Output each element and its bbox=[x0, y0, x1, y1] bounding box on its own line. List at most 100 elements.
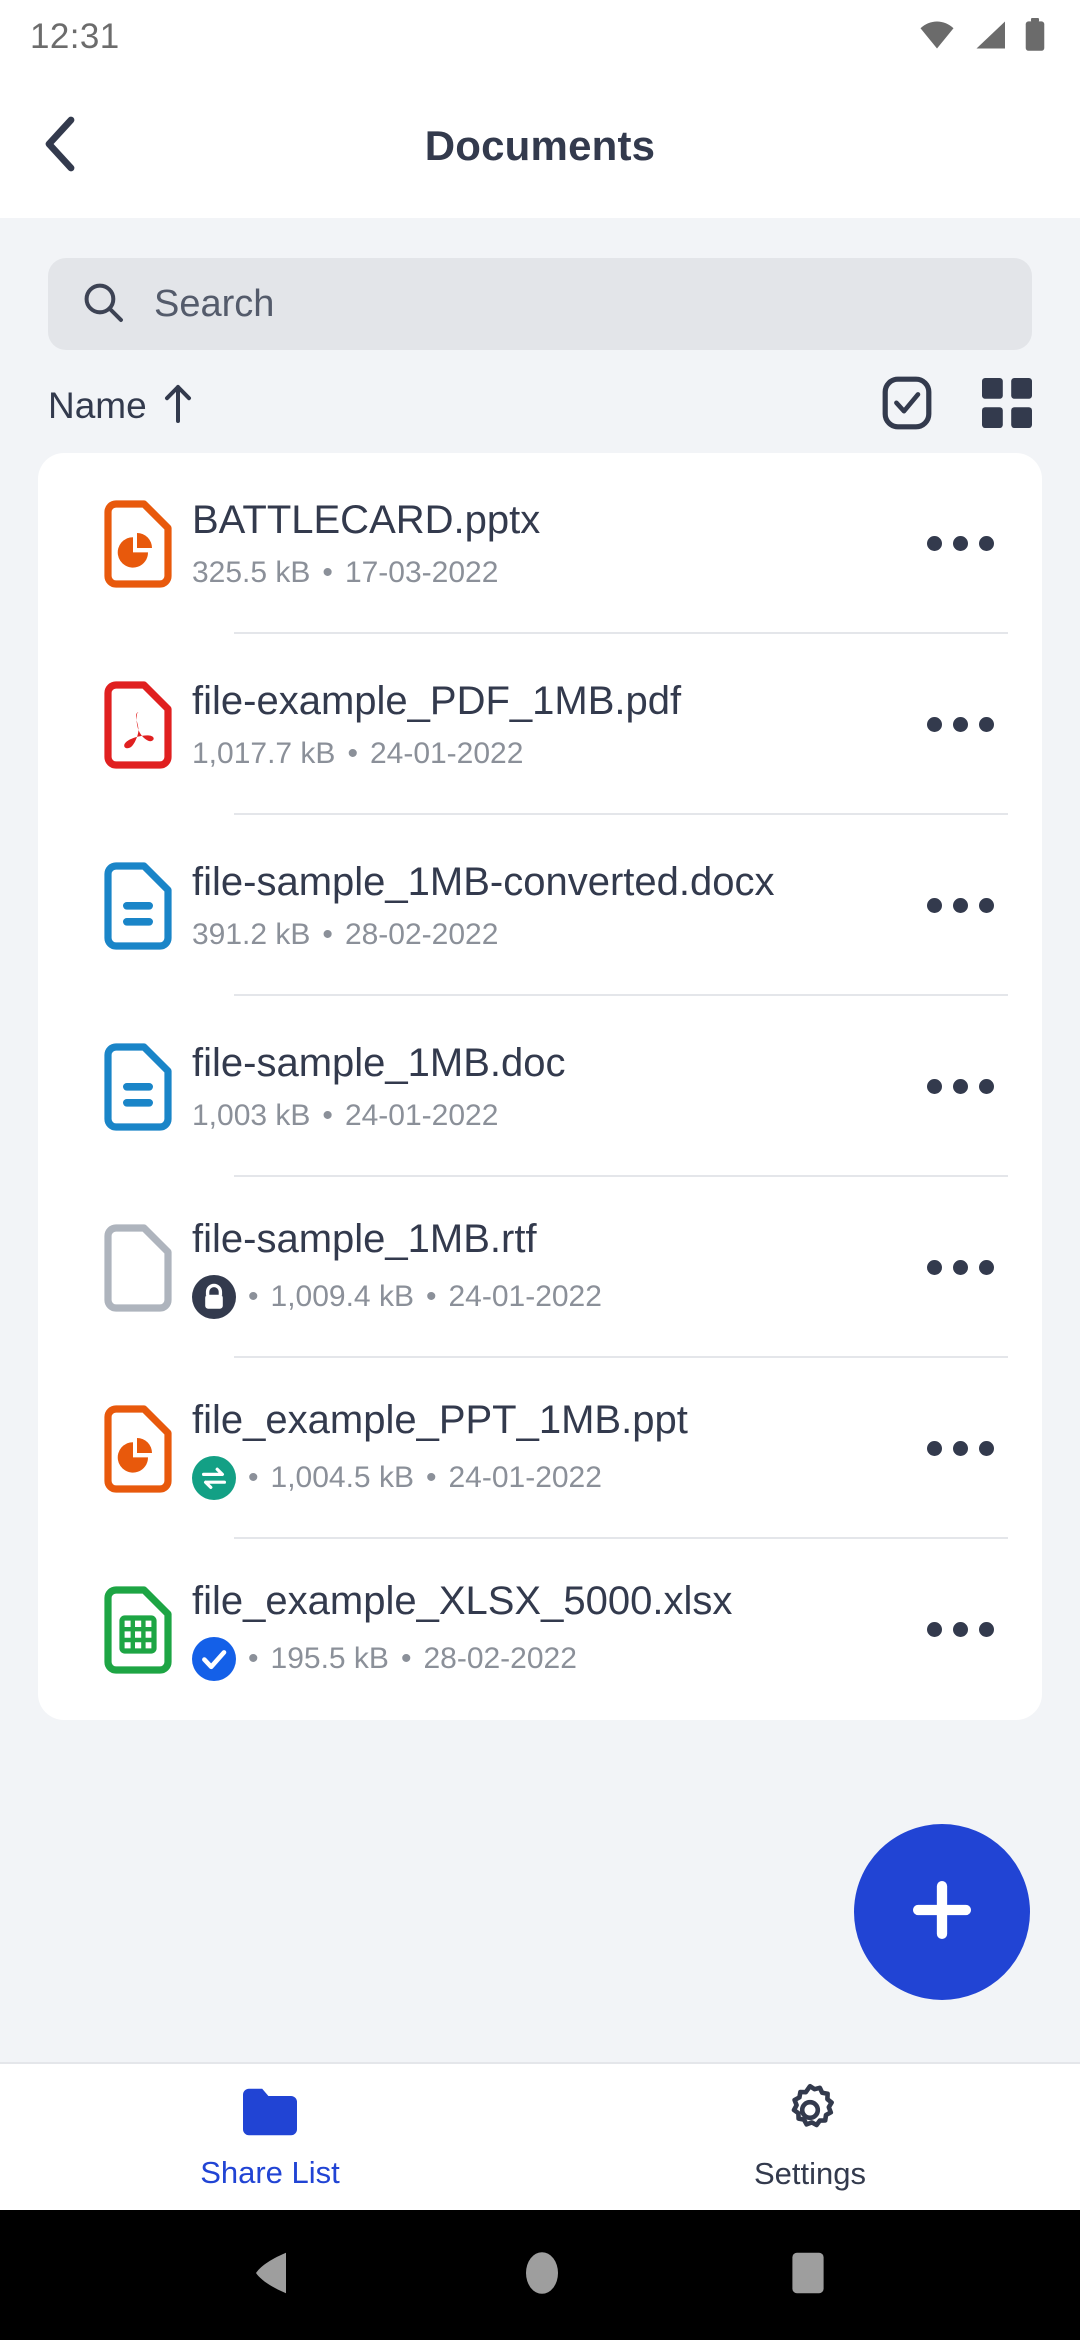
battery-icon bbox=[1024, 17, 1046, 57]
meta-separator: • bbox=[322, 918, 333, 952]
table-row[interactable]: file-sample_1MB-converted.docx 391.2 kB … bbox=[38, 815, 1042, 996]
pdf-file-icon bbox=[84, 680, 192, 769]
view-controls bbox=[882, 376, 1032, 435]
app-bar: Documents bbox=[0, 74, 1080, 218]
file-name: file-sample_1MB.rtf bbox=[192, 1216, 537, 1261]
android-navigation-bar bbox=[0, 2210, 1080, 2340]
file-date: 24-01-2022 bbox=[448, 1280, 602, 1314]
excel-file-icon bbox=[84, 1585, 192, 1674]
page-title: Documents bbox=[424, 122, 656, 169]
meta-separator: • bbox=[400, 1642, 412, 1676]
table-row[interactable]: file-sample_1MB.rtf • 1,009.4 kB • 24-01… bbox=[38, 1177, 1042, 1358]
file-size: 1,009.4 kB bbox=[270, 1280, 414, 1314]
sync-badge-icon bbox=[192, 1456, 236, 1501]
status-bar: 12:31 bbox=[0, 0, 1080, 74]
file-info: file-example_PDF_1MB.pdf 1,017.7 kB • 24… bbox=[192, 678, 912, 771]
file-size: 195.5 kB bbox=[270, 1642, 389, 1676]
nav-label-settings: Settings bbox=[753, 2155, 866, 2191]
more-options-icon[interactable] bbox=[912, 1039, 1008, 1135]
file-date: 24-01-2022 bbox=[344, 1099, 499, 1133]
file-date: 17-03-2022 bbox=[344, 556, 499, 590]
file-meta: 1,017.7 kB • 24-01-2022 bbox=[192, 737, 894, 771]
meta-separator: • bbox=[425, 1280, 437, 1314]
file-info: file-sample_1MB.doc 1,003 kB • 24-01-202… bbox=[192, 1040, 912, 1133]
file-name: file_example_XLSX_5000.xlsx bbox=[192, 1578, 733, 1623]
wifi-icon bbox=[918, 20, 956, 55]
file-info: file_example_XLSX_5000.xlsx • 195.5 kB •… bbox=[192, 1578, 912, 1682]
meta-separator: • bbox=[248, 1642, 259, 1676]
file-size: 391.2 kB bbox=[192, 918, 311, 952]
lock-badge-icon bbox=[192, 1275, 236, 1320]
nav-label-share-list: Share List bbox=[200, 2154, 340, 2190]
meta-separator: • bbox=[425, 1461, 437, 1495]
file-info: file-sample_1MB.rtf • 1,009.4 kB • 24-01… bbox=[192, 1216, 912, 1320]
android-home-icon[interactable] bbox=[521, 2249, 563, 2302]
table-row[interactable]: BATTLECARD.pptx 325.5 kB • 17-03-2022 bbox=[38, 453, 1042, 634]
file-name: file_example_PPT_1MB.ppt bbox=[192, 1397, 688, 1442]
more-options-icon[interactable] bbox=[912, 1401, 1008, 1497]
file-size: 1,004.5 kB bbox=[270, 1461, 414, 1495]
status-bar-clock: 12:31 bbox=[30, 17, 120, 56]
search-section: Search bbox=[0, 218, 1080, 350]
file-meta: 1,003 kB • 24-01-2022 bbox=[192, 1099, 894, 1133]
word-file-icon bbox=[84, 1042, 192, 1131]
arrow-up-icon bbox=[163, 383, 193, 428]
content-area: Search Name BATTLECARD.pptx 325.5 kB • 1… bbox=[0, 218, 1080, 2062]
search-placeholder: Search bbox=[154, 282, 275, 325]
meta-separator: • bbox=[322, 1099, 333, 1133]
plus-icon bbox=[907, 1875, 977, 1950]
powerpoint-file-icon bbox=[84, 1404, 192, 1493]
meta-separator: • bbox=[248, 1461, 259, 1495]
status-bar-icons bbox=[918, 17, 1046, 57]
word-file-icon bbox=[84, 861, 192, 950]
file-size: 1,003 kB bbox=[192, 1099, 311, 1133]
bottom-navigation: Share List Settings bbox=[0, 2062, 1080, 2210]
nav-item-share-list[interactable]: Share List bbox=[0, 2084, 540, 2191]
table-row[interactable]: file_example_PPT_1MB.ppt • 1,004.5 kB • … bbox=[38, 1358, 1042, 1539]
android-recents-icon[interactable] bbox=[788, 2250, 828, 2301]
grid-view-icon[interactable] bbox=[982, 378, 1032, 433]
file-name: file-example_PDF_1MB.pdf bbox=[192, 678, 682, 723]
sort-row: Name bbox=[0, 350, 1080, 453]
table-row[interactable]: file-sample_1MB.doc 1,003 kB • 24-01-202… bbox=[38, 996, 1042, 1177]
file-name: file-sample_1MB-converted.docx bbox=[192, 859, 775, 904]
generic-file-icon bbox=[84, 1223, 192, 1312]
file-date: 28-02-2022 bbox=[423, 1642, 577, 1676]
file-name: BATTLECARD.pptx bbox=[192, 497, 541, 542]
file-meta: 391.2 kB • 28-02-2022 bbox=[192, 918, 894, 952]
app-screen: 12:31 Documents Search Name BATTLECARD.p… bbox=[0, 0, 1080, 2340]
more-options-icon[interactable] bbox=[912, 858, 1008, 954]
search-icon bbox=[82, 281, 124, 328]
powerpoint-file-icon bbox=[84, 499, 192, 588]
search-input[interactable]: Search bbox=[48, 258, 1032, 350]
file-meta: • 1,009.4 kB • 24-01-2022 bbox=[192, 1275, 894, 1320]
file-date: 24-01-2022 bbox=[448, 1461, 602, 1495]
file-date: 28-02-2022 bbox=[344, 918, 499, 952]
checkbox-select-icon[interactable] bbox=[882, 376, 932, 435]
file-list: BATTLECARD.pptx 325.5 kB • 17-03-2022 fi… bbox=[38, 453, 1042, 1720]
file-info: file_example_PPT_1MB.ppt • 1,004.5 kB • … bbox=[192, 1397, 912, 1501]
gear-icon bbox=[783, 2083, 837, 2142]
more-options-icon[interactable] bbox=[912, 1582, 1008, 1678]
file-meta: • 1,004.5 kB • 24-01-2022 bbox=[192, 1456, 894, 1501]
file-size: 325.5 kB bbox=[192, 556, 311, 590]
sort-control[interactable]: Name bbox=[48, 383, 193, 428]
file-info: BATTLECARD.pptx 325.5 kB • 17-03-2022 bbox=[192, 497, 912, 590]
more-options-icon[interactable] bbox=[912, 1220, 1008, 1316]
more-options-icon[interactable] bbox=[912, 677, 1008, 773]
meta-separator: • bbox=[347, 737, 358, 771]
nav-item-settings[interactable]: Settings bbox=[540, 2083, 1080, 2192]
file-name: file-sample_1MB.doc bbox=[192, 1040, 566, 1085]
file-size: 1,017.7 kB bbox=[192, 737, 336, 771]
folder-icon bbox=[241, 2084, 299, 2141]
table-row[interactable]: file-example_PDF_1MB.pdf 1,017.7 kB • 24… bbox=[38, 634, 1042, 815]
android-back-icon[interactable] bbox=[252, 2250, 296, 2301]
meta-separator: • bbox=[248, 1280, 259, 1314]
table-row[interactable]: file_example_XLSX_5000.xlsx • 195.5 kB •… bbox=[38, 1539, 1042, 1720]
sort-label: Name bbox=[48, 384, 147, 426]
check-badge-icon bbox=[192, 1637, 236, 1682]
more-options-icon[interactable] bbox=[912, 496, 1008, 592]
cellular-signal-icon bbox=[972, 20, 1008, 55]
add-file-button[interactable] bbox=[854, 1824, 1030, 2000]
meta-separator: • bbox=[322, 556, 333, 590]
